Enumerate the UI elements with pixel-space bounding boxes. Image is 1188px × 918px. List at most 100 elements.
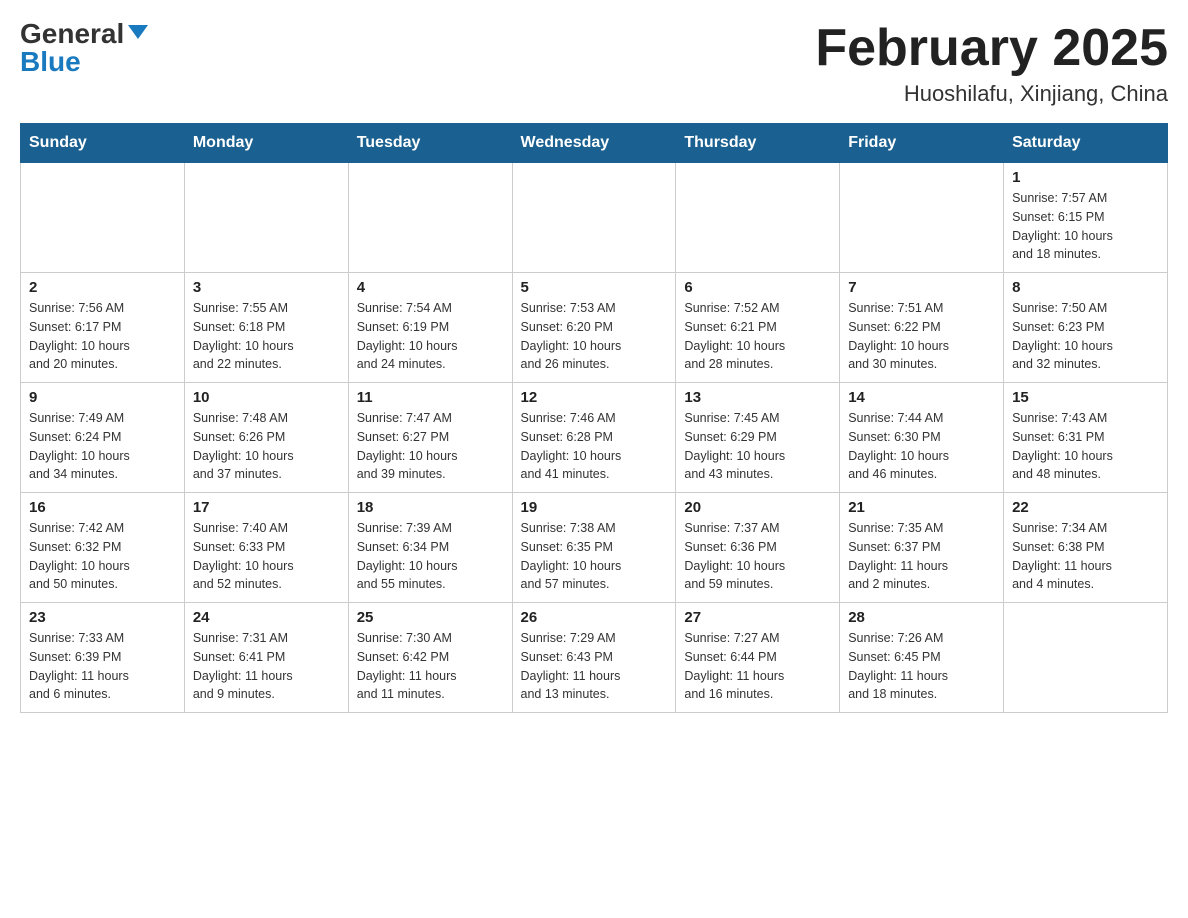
- day-number: 2: [29, 279, 176, 296]
- day-info: Sunrise: 7:45 AMSunset: 6:29 PMDaylight:…: [684, 409, 831, 484]
- day-info: Sunrise: 7:55 AMSunset: 6:18 PMDaylight:…: [193, 299, 340, 374]
- day-info: Sunrise: 7:31 AMSunset: 6:41 PMDaylight:…: [193, 629, 340, 704]
- calendar-header-monday: Monday: [184, 124, 348, 163]
- day-info: Sunrise: 7:56 AMSunset: 6:17 PMDaylight:…: [29, 299, 176, 374]
- calendar-cell: 12 Sunrise: 7:46 AMSunset: 6:28 PMDayligh…: [512, 383, 676, 493]
- day-number: 28: [848, 609, 995, 626]
- day-info: Sunrise: 7:43 AMSunset: 6:31 PMDaylight:…: [1012, 409, 1159, 484]
- day-info: Sunrise: 7:33 AMSunset: 6:39 PMDaylight:…: [29, 629, 176, 704]
- calendar-cell: 19 Sunrise: 7:38 AMSunset: 6:35 PMDayligh…: [512, 493, 676, 603]
- calendar-week-row-2: 2 Sunrise: 7:56 AMSunset: 6:17 PMDaylight…: [21, 273, 1168, 383]
- day-number: 25: [357, 609, 504, 626]
- day-number: 8: [1012, 279, 1159, 296]
- day-number: 26: [521, 609, 668, 626]
- day-number: 17: [193, 499, 340, 516]
- day-info: Sunrise: 7:34 AMSunset: 6:38 PMDaylight:…: [1012, 519, 1159, 594]
- day-number: 1: [1012, 169, 1159, 186]
- logo-blue-text: Blue: [20, 48, 81, 76]
- day-number: 27: [684, 609, 831, 626]
- calendar-cell: 6 Sunrise: 7:52 AMSunset: 6:21 PMDaylight…: [676, 273, 840, 383]
- day-info: Sunrise: 7:26 AMSunset: 6:45 PMDaylight:…: [848, 629, 995, 704]
- calendar-header-sunday: Sunday: [21, 124, 185, 163]
- day-info: Sunrise: 7:53 AMSunset: 6:20 PMDaylight:…: [521, 299, 668, 374]
- calendar-cell: 23 Sunrise: 7:33 AMSunset: 6:39 PMDayligh…: [21, 603, 185, 713]
- calendar-week-row-4: 16 Sunrise: 7:42 AMSunset: 6:32 PMDayligh…: [21, 493, 1168, 603]
- calendar-cell: 10Sunrise: 7:48 AMSunset: 6:26 PMDayligh…: [184, 383, 348, 493]
- calendar-cell: 20 Sunrise: 7:37 AMSunset: 6:36 PMDayligh…: [676, 493, 840, 603]
- day-number: 18: [357, 499, 504, 516]
- calendar-cell: [348, 163, 512, 273]
- logo: General Blue: [20, 20, 148, 76]
- calendar-header-saturday: Saturday: [1004, 124, 1168, 163]
- day-number: 7: [848, 279, 995, 296]
- day-number: 5: [521, 279, 668, 296]
- day-info: Sunrise: 7:54 AMSunset: 6:19 PMDaylight:…: [357, 299, 504, 374]
- calendar-cell: 4 Sunrise: 7:54 AMSunset: 6:19 PMDaylight…: [348, 273, 512, 383]
- calendar-cell: [840, 163, 1004, 273]
- title-section: February 2025 Huoshilafu, Xinjiang, Chin…: [815, 20, 1168, 107]
- calendar-cell: 28 Sunrise: 7:26 AMSunset: 6:45 PMDayligh…: [840, 603, 1004, 713]
- calendar-cell: 3 Sunrise: 7:55 AMSunset: 6:18 PMDaylight…: [184, 273, 348, 383]
- calendar-header-thursday: Thursday: [676, 124, 840, 163]
- day-number: 3: [193, 279, 340, 296]
- calendar-subtitle: Huoshilafu, Xinjiang, China: [815, 81, 1168, 107]
- day-info: Sunrise: 7:49 AMSunset: 6:24 PMDaylight:…: [29, 409, 176, 484]
- calendar-week-row-1: 1 Sunrise: 7:57 AMSunset: 6:15 PMDaylight…: [21, 163, 1168, 273]
- calendar-cell: 5 Sunrise: 7:53 AMSunset: 6:20 PMDaylight…: [512, 273, 676, 383]
- calendar-cell: 21 Sunrise: 7:35 AMSunset: 6:37 PMDayligh…: [840, 493, 1004, 603]
- day-info: Sunrise: 7:44 AMSunset: 6:30 PMDaylight:…: [848, 409, 995, 484]
- calendar-cell: [1004, 603, 1168, 713]
- calendar-cell: 22 Sunrise: 7:34 AMSunset: 6:38 PMDayligh…: [1004, 493, 1168, 603]
- calendar-header-friday: Friday: [840, 124, 1004, 163]
- day-info: Sunrise: 7:42 AMSunset: 6:32 PMDaylight:…: [29, 519, 176, 594]
- day-info: Sunrise: 7:37 AMSunset: 6:36 PMDaylight:…: [684, 519, 831, 594]
- day-number: 23: [29, 609, 176, 626]
- calendar-week-row-5: 23 Sunrise: 7:33 AMSunset: 6:39 PMDayligh…: [21, 603, 1168, 713]
- calendar-cell: 9 Sunrise: 7:49 AMSunset: 6:24 PMDaylight…: [21, 383, 185, 493]
- day-number: 20: [684, 499, 831, 516]
- day-info: Sunrise: 7:46 AMSunset: 6:28 PMDaylight:…: [521, 409, 668, 484]
- day-number: 22: [1012, 499, 1159, 516]
- day-number: 24: [193, 609, 340, 626]
- day-number: 4: [357, 279, 504, 296]
- calendar-cell: 11Sunrise: 7:47 AMSunset: 6:27 PMDayligh…: [348, 383, 512, 493]
- calendar-cell: [512, 163, 676, 273]
- day-number: 11: [357, 389, 504, 406]
- logo-general-text: General: [20, 20, 124, 48]
- day-info: Sunrise: 7:52 AMSunset: 6:21 PMDaylight:…: [684, 299, 831, 374]
- day-number: 12: [521, 389, 668, 406]
- day-info: Sunrise: 7:30 AMSunset: 6:42 PMDaylight:…: [357, 629, 504, 704]
- day-info: Sunrise: 7:48 AMSunset: 6:26 PMDaylight:…: [193, 409, 340, 484]
- day-number: 21: [848, 499, 995, 516]
- calendar-cell: 14 Sunrise: 7:44 AMSunset: 6:30 PMDayligh…: [840, 383, 1004, 493]
- calendar-header-tuesday: Tuesday: [348, 124, 512, 163]
- calendar-cell: [676, 163, 840, 273]
- day-info: Sunrise: 7:39 AMSunset: 6:34 PMDaylight:…: [357, 519, 504, 594]
- day-number: 6: [684, 279, 831, 296]
- day-info: Sunrise: 7:38 AMSunset: 6:35 PMDaylight:…: [521, 519, 668, 594]
- calendar-cell: [21, 163, 185, 273]
- day-info: Sunrise: 7:27 AMSunset: 6:44 PMDaylight:…: [684, 629, 831, 704]
- calendar-cell: 1 Sunrise: 7:57 AMSunset: 6:15 PMDaylight…: [1004, 163, 1168, 273]
- logo-triangle-icon: [128, 25, 148, 39]
- calendar-cell: 26Sunrise: 7:29 AMSunset: 6:43 PMDayligh…: [512, 603, 676, 713]
- day-number: 19: [521, 499, 668, 516]
- calendar-cell: 16 Sunrise: 7:42 AMSunset: 6:32 PMDayligh…: [21, 493, 185, 603]
- calendar-cell: 27 Sunrise: 7:27 AMSunset: 6:44 PMDayligh…: [676, 603, 840, 713]
- calendar-cell: 2 Sunrise: 7:56 AMSunset: 6:17 PMDaylight…: [21, 273, 185, 383]
- calendar-title: February 2025: [815, 20, 1168, 77]
- day-info: Sunrise: 7:35 AMSunset: 6:37 PMDaylight:…: [848, 519, 995, 594]
- day-info: Sunrise: 7:57 AMSunset: 6:15 PMDaylight:…: [1012, 189, 1159, 264]
- calendar-table: SundayMondayTuesdayWednesdayThursdayFrid…: [20, 123, 1168, 713]
- calendar-week-row-3: 9 Sunrise: 7:49 AMSunset: 6:24 PMDaylight…: [21, 383, 1168, 493]
- calendar-header-row: SundayMondayTuesdayWednesdayThursdayFrid…: [21, 124, 1168, 163]
- day-number: 9: [29, 389, 176, 406]
- calendar-cell: 17Sunrise: 7:40 AMSunset: 6:33 PMDayligh…: [184, 493, 348, 603]
- calendar-cell: 7 Sunrise: 7:51 AMSunset: 6:22 PMDaylight…: [840, 273, 1004, 383]
- day-info: Sunrise: 7:51 AMSunset: 6:22 PMDaylight:…: [848, 299, 995, 374]
- day-info: Sunrise: 7:50 AMSunset: 6:23 PMDaylight:…: [1012, 299, 1159, 374]
- day-number: 14: [848, 389, 995, 406]
- calendar-cell: 18 Sunrise: 7:39 AMSunset: 6:34 PMDayligh…: [348, 493, 512, 603]
- calendar-cell: 15Sunrise: 7:43 AMSunset: 6:31 PMDayligh…: [1004, 383, 1168, 493]
- day-number: 16: [29, 499, 176, 516]
